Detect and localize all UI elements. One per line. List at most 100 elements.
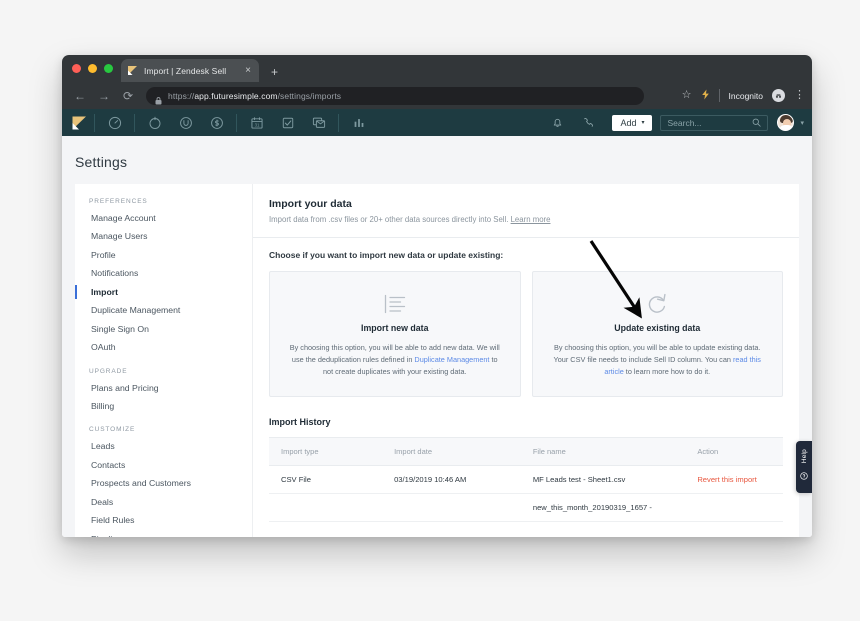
nav-divider <box>338 113 339 132</box>
add-button[interactable]: Add ▾ <box>612 114 653 131</box>
table-body: CSV File 03/19/2019 10:46 AM MF Leads te… <box>269 465 783 523</box>
card-body: By choosing this option, you will be abl… <box>553 343 761 377</box>
bookmark-star-icon[interactable]: ☆ <box>682 90 692 101</box>
duplicate-management-link[interactable]: Duplicate Management <box>414 355 489 364</box>
address-bar[interactable]: https://app.futuresimple.com/settings/im… <box>146 86 644 105</box>
back-icon[interactable]: ← <box>70 86 90 106</box>
zendesk-sell-logo-icon <box>127 65 138 76</box>
extension-icon[interactable] <box>701 89 710 103</box>
zendesk-sell-logo-icon[interactable] <box>72 115 90 131</box>
user-menu-chevron-down-icon[interactable]: ▾ <box>800 119 804 127</box>
question-circle-icon <box>800 467 808 485</box>
browser-tab[interactable]: Import | Zendesk Sell × <box>121 59 259 82</box>
search-input[interactable]: Search... <box>660 114 769 132</box>
bell-icon[interactable] <box>542 109 573 136</box>
lock-icon <box>155 92 162 104</box>
app-navigation-bar: 31 Add ▾ Search... ▾ <box>62 109 812 136</box>
screenshot-stage: Import | Zendesk Sell × + ← → ⟳ https://… <box>0 0 860 621</box>
contacts-circle-icon[interactable] <box>139 109 170 136</box>
divider <box>253 237 799 238</box>
sidebar-item-oauth[interactable]: OAuth <box>75 338 252 356</box>
sidebar-item-import[interactable]: Import <box>75 283 252 301</box>
close-window-button[interactable] <box>72 64 81 73</box>
incognito-avatar-icon[interactable] <box>772 89 785 102</box>
learn-more-link[interactable]: Learn more <box>511 215 551 224</box>
browser-toolbar: ← → ⟳ https://app.futuresimple.com/setti… <box>62 82 812 109</box>
email-icon[interactable] <box>303 109 334 136</box>
sidebar-item-prospects-and-customers[interactable]: Prospects and Customers <box>75 474 252 492</box>
sidebar-item-duplicate-management[interactable]: Duplicate Management <box>75 301 252 319</box>
settings-content: PREFERENCES Manage Account Manage Users … <box>62 170 812 537</box>
phone-icon[interactable] <box>573 109 604 136</box>
table-header: Import type Import date File name Action <box>269 437 783 467</box>
deals-dollar-icon[interactable] <box>201 109 232 136</box>
browser-menu-icon[interactable]: ⋮ <box>794 90 805 101</box>
column-header-import-date[interactable]: Import date <box>382 437 521 467</box>
import-history-table: Import type Import date File name Action… <box>269 437 783 523</box>
browser-tab-strip: Import | Zendesk Sell × + <box>62 55 812 82</box>
settings-page: Settings PREFERENCES Manage Account Mana… <box>62 136 812 537</box>
toolbar-right-actions: ☆ Incognito ⋮ <box>682 89 805 103</box>
revert-this-import-link[interactable]: Revert this import <box>685 465 783 495</box>
help-tab[interactable]: Help <box>796 441 812 493</box>
sidebar-item-pipelines[interactable]: Pipelines <box>75 530 252 537</box>
reload-icon[interactable]: ⟳ <box>118 86 138 106</box>
update-existing-data-card[interactable]: Update existing data By choosing this op… <box>531 271 783 398</box>
column-header-file-name[interactable]: File name <box>520 437 686 467</box>
tasks-check-icon[interactable] <box>272 109 303 136</box>
browser-window: Import | Zendesk Sell × + ← → ⟳ https://… <box>62 55 812 537</box>
cell-import-date <box>382 493 521 523</box>
minimize-window-button[interactable] <box>88 64 97 73</box>
sidebar-item-contacts[interactable]: Contacts <box>75 456 252 474</box>
window-traffic-lights <box>70 55 121 82</box>
search-input-placeholder: Search... <box>667 117 702 128</box>
app-nav-right: Add ▾ Search... ▾ <box>542 109 804 136</box>
dashboard-gauge-icon[interactable] <box>99 109 130 136</box>
sidebar-item-profile[interactable]: Profile <box>75 246 252 264</box>
sidebar-item-manage-account[interactable]: Manage Account <box>75 209 252 227</box>
search-icon <box>752 114 762 132</box>
sidebar-item-manage-users[interactable]: Manage Users <box>75 227 252 245</box>
import-history-title: Import History <box>269 417 331 428</box>
table-row[interactable]: CSV File 03/19/2019 10:46 AM MF Leads te… <box>269 465 783 495</box>
calendar-icon[interactable]: 31 <box>241 109 272 136</box>
refresh-circular-arrow-icon <box>549 291 767 316</box>
forward-icon[interactable]: → <box>94 86 114 106</box>
sidebar-item-plans-and-pricing[interactable]: Plans and Pricing <box>75 379 252 397</box>
cell-file-name: MF Leads test - Sheet1.csv <box>520 465 686 495</box>
sidebar-item-deals[interactable]: Deals <box>75 493 252 511</box>
sidebar-item-billing[interactable]: Billing <box>75 397 252 415</box>
card-title: Update existing data <box>614 323 701 333</box>
table-row[interactable]: new_this_month_20190319_1657 - <box>269 493 783 523</box>
import-panel: Import your data Import data from .csv f… <box>253 184 799 537</box>
settings-sidebar: PREFERENCES Manage Account Manage Users … <box>75 184 253 537</box>
cell-import-type <box>269 493 383 523</box>
leads-circle-icon[interactable] <box>170 109 201 136</box>
sidebar-heading: CUSTOMIZE <box>89 426 136 434</box>
sidebar-heading: UPGRADE <box>89 367 128 375</box>
column-header-import-type[interactable]: Import type <box>269 437 383 467</box>
import-option-cards: Import new data By choosing this option,… <box>269 271 783 398</box>
reports-bar-icon[interactable] <box>343 109 374 136</box>
nav-divider <box>236 113 237 132</box>
sidebar-item-field-rules[interactable]: Field Rules <box>75 511 252 529</box>
nav-divider <box>94 113 95 132</box>
sidebar-heading: PREFERENCES <box>89 198 148 205</box>
avatar-body <box>779 125 794 130</box>
sidebar-item-notifications[interactable]: Notifications <box>75 264 252 282</box>
import-new-data-card[interactable]: Import new data By choosing this option,… <box>269 271 521 398</box>
maximize-window-button[interactable] <box>104 64 113 73</box>
table-header-row: Import type Import date File name Action <box>269 437 783 467</box>
cell-import-date: 03/19/2019 10:46 AM <box>382 465 521 495</box>
page-title: Settings <box>75 154 128 170</box>
cell-file-name: new_this_month_20190319_1657 - <box>520 493 686 523</box>
close-icon[interactable]: × <box>243 65 253 76</box>
new-tab-button[interactable]: + <box>271 66 278 78</box>
sidebar-item-single-sign-on[interactable]: Single Sign On <box>75 320 252 338</box>
sidebar-item-leads[interactable]: Leads <box>75 437 252 455</box>
column-header-action[interactable]: Action <box>685 437 783 467</box>
avatar[interactable] <box>777 114 795 131</box>
address-bar-url: https://app.futuresimple.com/settings/im… <box>168 90 342 101</box>
cell-action <box>685 493 783 523</box>
